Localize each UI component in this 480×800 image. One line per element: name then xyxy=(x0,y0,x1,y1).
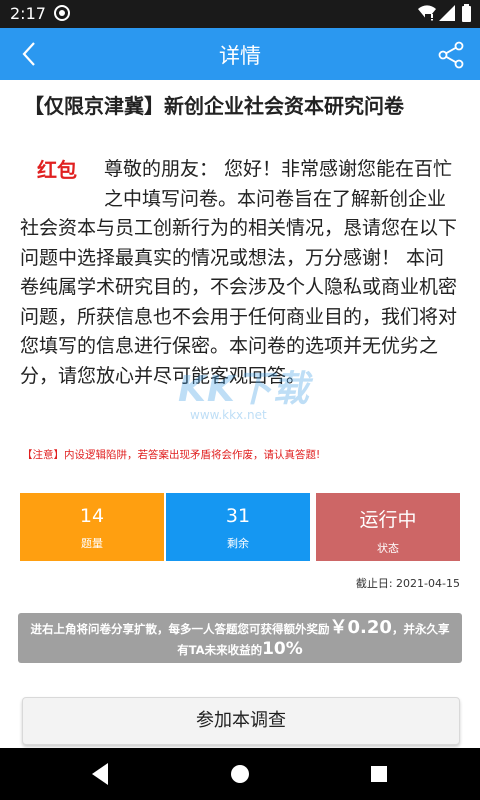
notification-icon xyxy=(54,5,70,21)
nav-back-icon[interactable] xyxy=(88,761,112,787)
watermark-logo: KK下载 xyxy=(178,369,310,410)
bonus-text: 进右上角将问卷分享扩散，每多一人答题您可获得额外奖励 xyxy=(30,622,330,636)
stat-value: 14 xyxy=(79,505,105,527)
share-bonus-banner: 进右上角将问卷分享扩散，每多一人答题您可获得额外奖励￥0.20，并永久享 有TA… xyxy=(18,613,462,663)
bonus-text: 有TA未来收益的 xyxy=(177,643,263,657)
stat-label: 状态 xyxy=(377,542,399,555)
stats-row: 14 题量 31 剩余 运行中 状态 xyxy=(20,493,460,561)
red-envelope-badge: 红包 xyxy=(37,158,77,182)
signal-icon xyxy=(439,5,455,21)
survey-title: 【仅限京津冀】新创企业社会资本研究问卷 xyxy=(24,94,404,118)
stat-remaining: 31 剩余 xyxy=(166,493,310,561)
share-icon[interactable] xyxy=(436,40,466,70)
join-survey-button[interactable]: 参加本调查 xyxy=(22,697,460,745)
system-nav-bar xyxy=(0,748,480,800)
stat-status: 运行中 状态 xyxy=(316,493,460,561)
wifi-icon xyxy=(418,5,436,21)
bonus-percent: 10% xyxy=(262,639,303,659)
survey-intro: 红包 尊敬的朋友： 您好！非常感谢您能在百忙之中填写问卷。本问卷旨在了解新创企业… xyxy=(20,155,462,391)
stat-label: 题量 xyxy=(81,537,103,550)
nav-recents-icon[interactable] xyxy=(368,761,390,787)
nav-home-icon[interactable] xyxy=(229,761,251,787)
status-time: 2:17 xyxy=(10,4,46,23)
bonus-amount: ￥0.20 xyxy=(329,617,392,638)
notice-text: 【注意】内设逻辑陷阱，若答案出现矛盾将会作废，请认真答题! xyxy=(22,449,321,461)
stat-value: 31 xyxy=(225,505,251,527)
app-bar: 详情 xyxy=(0,28,480,80)
stat-value: 运行中 xyxy=(359,509,417,531)
stat-question-count: 14 题量 xyxy=(20,493,164,561)
deadline-text: 截止日: 2021-04-15 xyxy=(355,577,460,590)
watermark: KK下载 www.kkx.net xyxy=(178,360,310,422)
page-title: 详情 xyxy=(219,44,261,68)
bonus-text: ，并永久享 xyxy=(391,622,450,636)
battery-icon xyxy=(462,4,471,22)
stat-label: 剩余 xyxy=(227,537,249,550)
status-bar: 2:17 xyxy=(0,0,480,28)
